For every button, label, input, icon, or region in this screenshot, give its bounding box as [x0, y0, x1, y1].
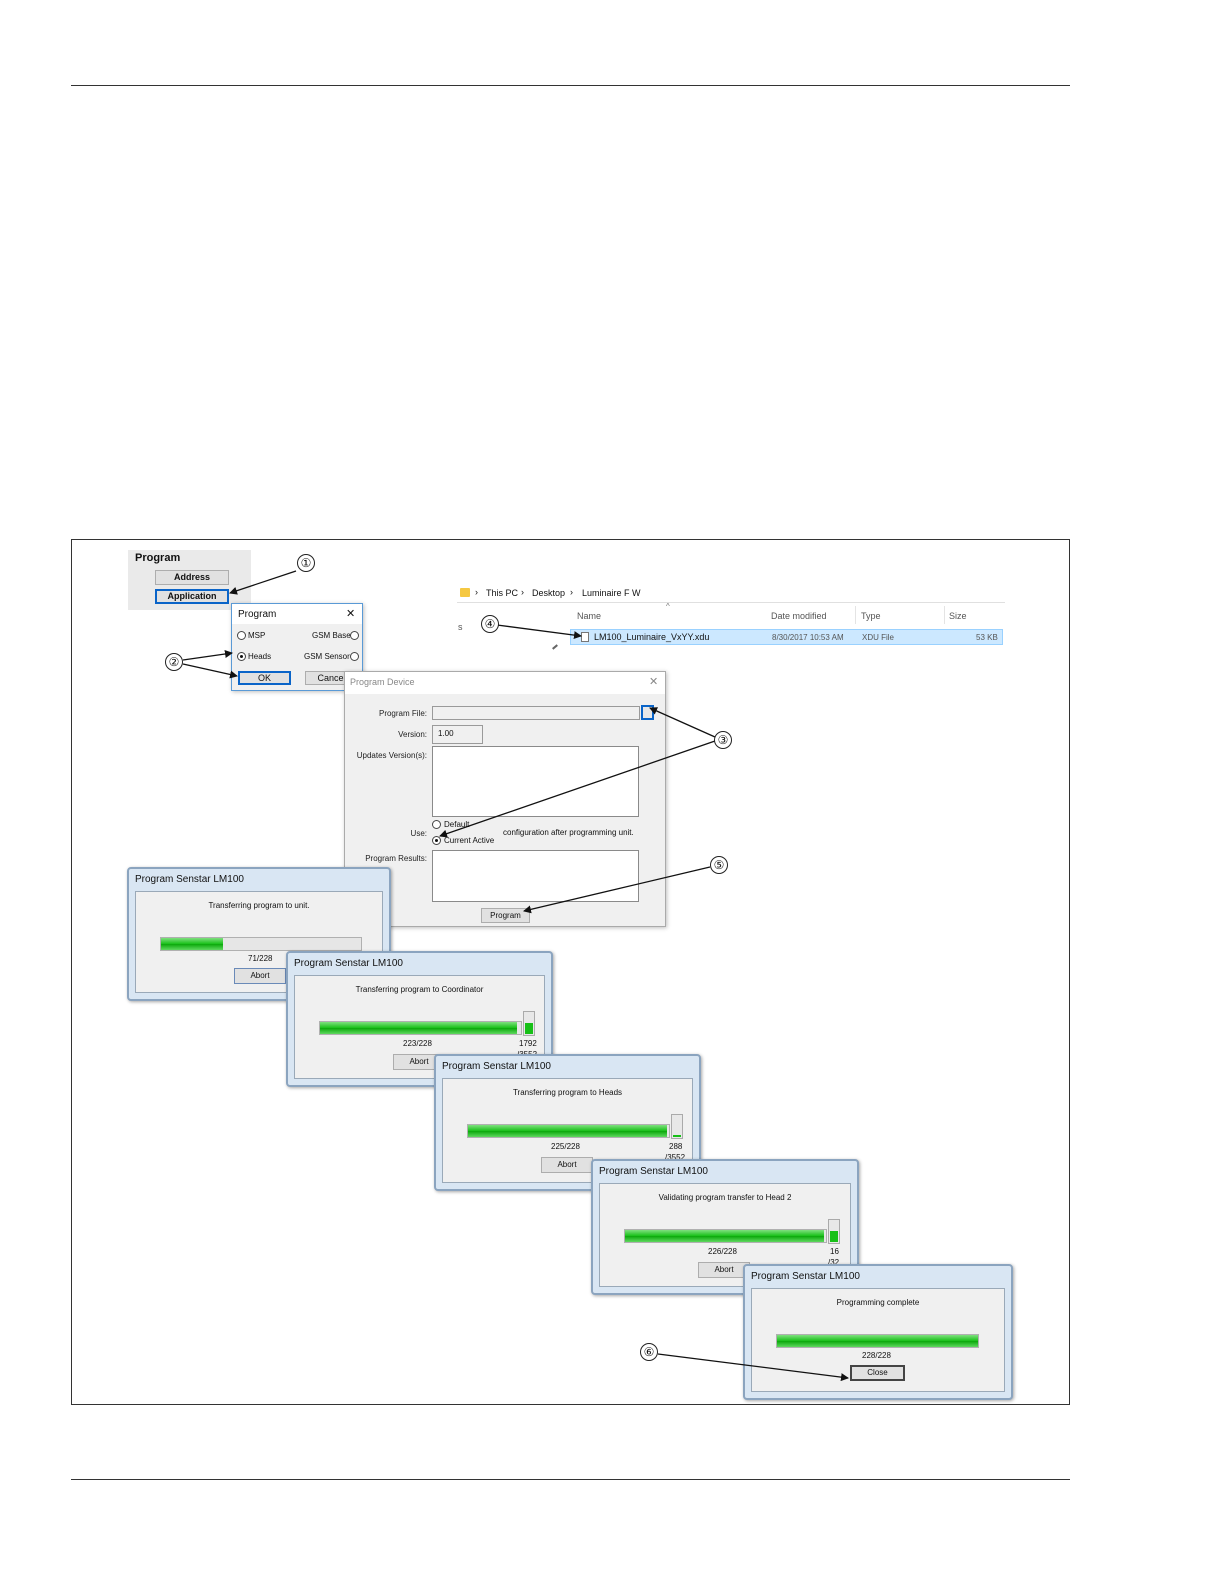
callout-arrows — [182, 570, 849, 1382]
arrow-6 — [657, 1353, 849, 1382]
callout-4: ④ — [481, 615, 499, 633]
arrow-2a — [182, 650, 233, 661]
callout-6: ⑥ — [640, 1343, 658, 1361]
callout-5: ⑤ — [710, 856, 728, 874]
arrow-4 — [496, 624, 582, 640]
arrow-2b — [182, 663, 238, 679]
callout-3: ③ — [714, 731, 732, 749]
top-rule — [71, 85, 1070, 86]
arrow-5 — [523, 866, 711, 914]
figure-frame: Program Address Application Program ✕ MS… — [71, 539, 1070, 1405]
arrow-3b — [439, 740, 716, 838]
callout-2: ② — [165, 653, 183, 671]
arrow-3a — [649, 707, 716, 738]
bottom-rule — [71, 1479, 1070, 1480]
callout-1: ① — [297, 554, 315, 572]
arrow-1 — [229, 570, 297, 595]
